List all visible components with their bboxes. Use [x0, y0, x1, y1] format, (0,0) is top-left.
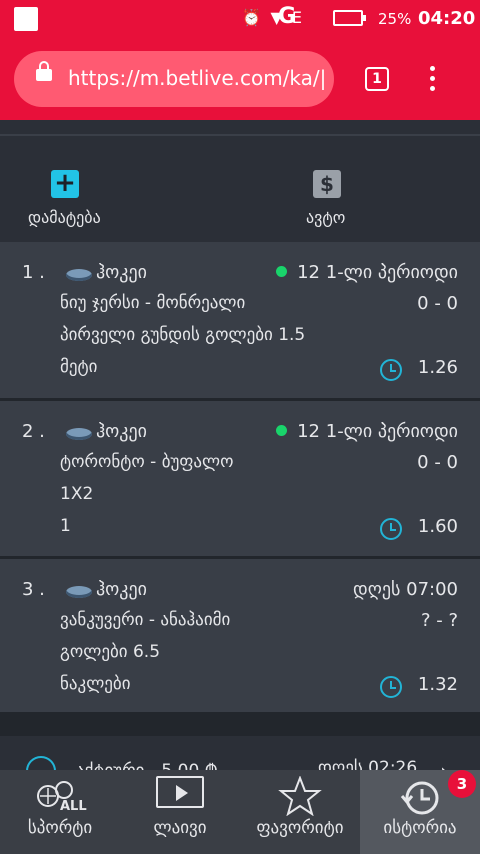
bet-item[interactable]: 1 . ჰოკეი 12 1-ლი პერიოდი ნიუ ჯერსი - მო… — [0, 242, 480, 398]
dot-icon — [430, 76, 435, 81]
bet-number: 2 . — [22, 421, 45, 442]
bet-status-text: 12 1-ლი პერიოდი — [297, 421, 458, 442]
bet-odds: 1.32 — [417, 674, 458, 695]
sports-icon-text: ALL — [60, 799, 87, 812]
browser-toolbar: https://m.betlive.com/ka/| 1 — [0, 38, 480, 120]
notification-icon — [14, 7, 38, 31]
bet-score: 0 - 0 — [417, 293, 458, 314]
bet-score: 0 - 0 — [417, 452, 458, 473]
network-type: G — [278, 4, 297, 29]
bet-market: პირველი გუნდის გოლები 1.5 — [60, 325, 306, 345]
clock-icon — [380, 518, 402, 540]
bet-sport: ჰოკეი — [96, 421, 147, 442]
browser-menu-button[interactable] — [430, 66, 436, 94]
clock-icon — [380, 676, 402, 698]
bet-score: ? - ? — [420, 610, 458, 631]
bet-market: გოლები 6.5 — [60, 642, 161, 662]
live-dot-icon — [276, 266, 288, 277]
clock-time: 04:20 — [418, 8, 476, 29]
bet-market: 1X2 — [60, 484, 94, 504]
nav-label-live: ლაივი — [153, 818, 207, 838]
history-count-badge: 3 — [448, 770, 476, 798]
battery-percent: 25% — [378, 10, 412, 28]
sports-all-icon: ALL — [0, 776, 120, 816]
plus-icon[interactable]: + — [51, 170, 79, 198]
url-field[interactable]: https://m.betlive.com/ka/| — [14, 51, 334, 107]
bet-teams: ნიუ ჯერსი - მონრეალი — [60, 293, 246, 313]
live-dot-icon — [276, 425, 288, 436]
bottom-nav: ALL სპორტი ლაივი ფავორიტი ისტორია — [0, 770, 480, 854]
bet-teams: ვანკუვერი - ანაჰაიმი — [60, 610, 231, 630]
bet-sport: ჰოკეი — [96, 262, 147, 283]
lock-icon — [36, 61, 52, 81]
hockey-puck-icon — [66, 428, 92, 440]
star-icon — [240, 775, 360, 820]
bet-odds: 1.26 — [417, 357, 458, 378]
bet-sport: ჰოკეი — [96, 579, 147, 600]
bet-teams: ტორონტო - ბუფალო — [60, 452, 234, 472]
bet-outcome: 1 — [60, 516, 71, 536]
bet-status: 12 1-ლი პერიოდი — [276, 421, 458, 442]
hockey-puck-icon — [66, 269, 92, 281]
bet-status-text: დღეს 07:00 — [352, 579, 458, 600]
nav-item-favorites[interactable]: ფავორიტი — [240, 770, 360, 854]
add-button-label[interactable]: დამატება — [28, 208, 101, 227]
bet-odds: 1.60 — [417, 516, 458, 537]
url-text: https://m.betlive.com/ka/| — [68, 66, 327, 90]
status-bar: ⏰ ▼ E G 25% 04:20 — [0, 0, 480, 38]
dot-icon — [430, 86, 435, 91]
bet-item[interactable]: 3 . ჰოკეი დღეს 07:00 ვანკუვერი - ანაჰაიმ… — [0, 559, 480, 715]
nav-label-favorites: ფავორიტი — [256, 818, 344, 838]
divider — [0, 712, 480, 736]
dot-icon — [430, 66, 435, 71]
bet-outcome: ნაკლები — [60, 674, 131, 694]
nav-item-sports[interactable]: ALL სპორტი — [0, 770, 120, 854]
betslip-actions: + დამატება $ ავტო — [0, 136, 480, 242]
tab-count-button[interactable]: 1 — [365, 67, 389, 91]
nav-label-history: ისტორია — [383, 818, 457, 838]
dollar-icon[interactable]: $ — [313, 170, 341, 198]
nav-label-sports: სპორტი — [27, 818, 93, 838]
play-icon — [120, 776, 240, 812]
bet-status: 12 1-ლი პერიოდი — [276, 262, 458, 283]
bet-number: 3 . — [22, 579, 45, 600]
bet-number: 1 . — [22, 262, 45, 283]
bet-outcome: მეტი — [60, 357, 98, 377]
bet-item[interactable]: 2 . ჰოკეი 12 1-ლი პერიოდი ტორონტო - ბუფა… — [0, 401, 480, 557]
bet-status-text: 12 1-ლი პერიოდი — [297, 262, 458, 283]
battery-icon — [333, 10, 366, 26]
hockey-puck-icon — [66, 586, 92, 598]
auto-button-label[interactable]: ავტო — [306, 208, 345, 227]
clock-icon — [380, 359, 402, 381]
nav-item-live[interactable]: ლაივი — [120, 770, 240, 854]
